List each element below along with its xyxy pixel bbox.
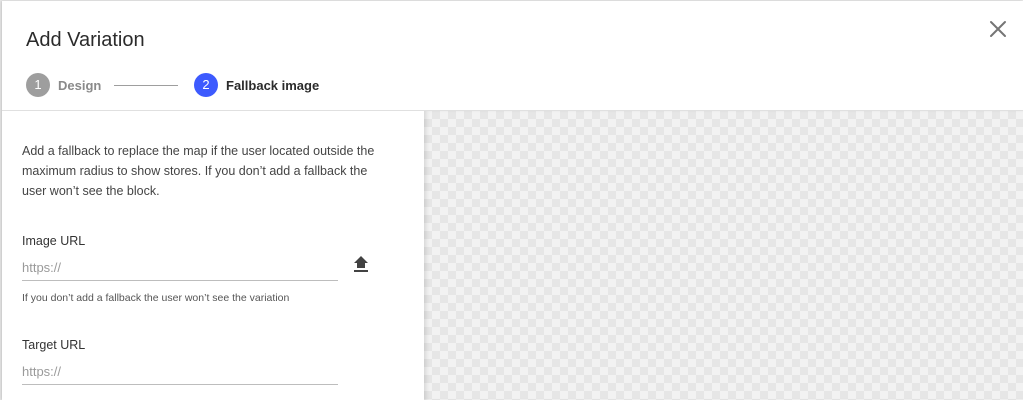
step-label: Fallback image (226, 77, 320, 93)
image-url-label: Image URL (22, 234, 86, 248)
image-url-helper-text: If you don’t add a fallback the user won… (22, 292, 290, 304)
fallback-form-panel: Add a fallback to replace the map if the… (2, 111, 424, 400)
image-url-input[interactable] (22, 254, 338, 281)
add-variation-dialog: Add Variation 1 Design 2 Fallback image … (2, 1, 1023, 400)
step-number: 2 (194, 73, 218, 97)
target-url-input[interactable] (22, 358, 338, 385)
stepper: 1 Design 2 Fallback image (26, 73, 346, 97)
step-design[interactable]: 1 Design (26, 73, 101, 97)
step-fallback-image[interactable]: 2 Fallback image (194, 73, 319, 97)
upload-button[interactable] (350, 254, 372, 276)
dialog-title: Add Variation (26, 29, 145, 51)
close-icon (990, 21, 1006, 37)
fallback-description: Add a fallback to replace the map if the… (22, 144, 375, 198)
target-url-label: Target URL (22, 338, 86, 352)
step-connector (114, 85, 178, 86)
close-button[interactable] (986, 17, 1010, 41)
dialog-header: Add Variation 1 Design 2 Fallback image (2, 1, 1023, 111)
step-label: Design (58, 77, 102, 93)
fallback-preview-area (424, 111, 1023, 400)
upload-icon (354, 256, 368, 272)
step-number: 1 (26, 73, 50, 97)
